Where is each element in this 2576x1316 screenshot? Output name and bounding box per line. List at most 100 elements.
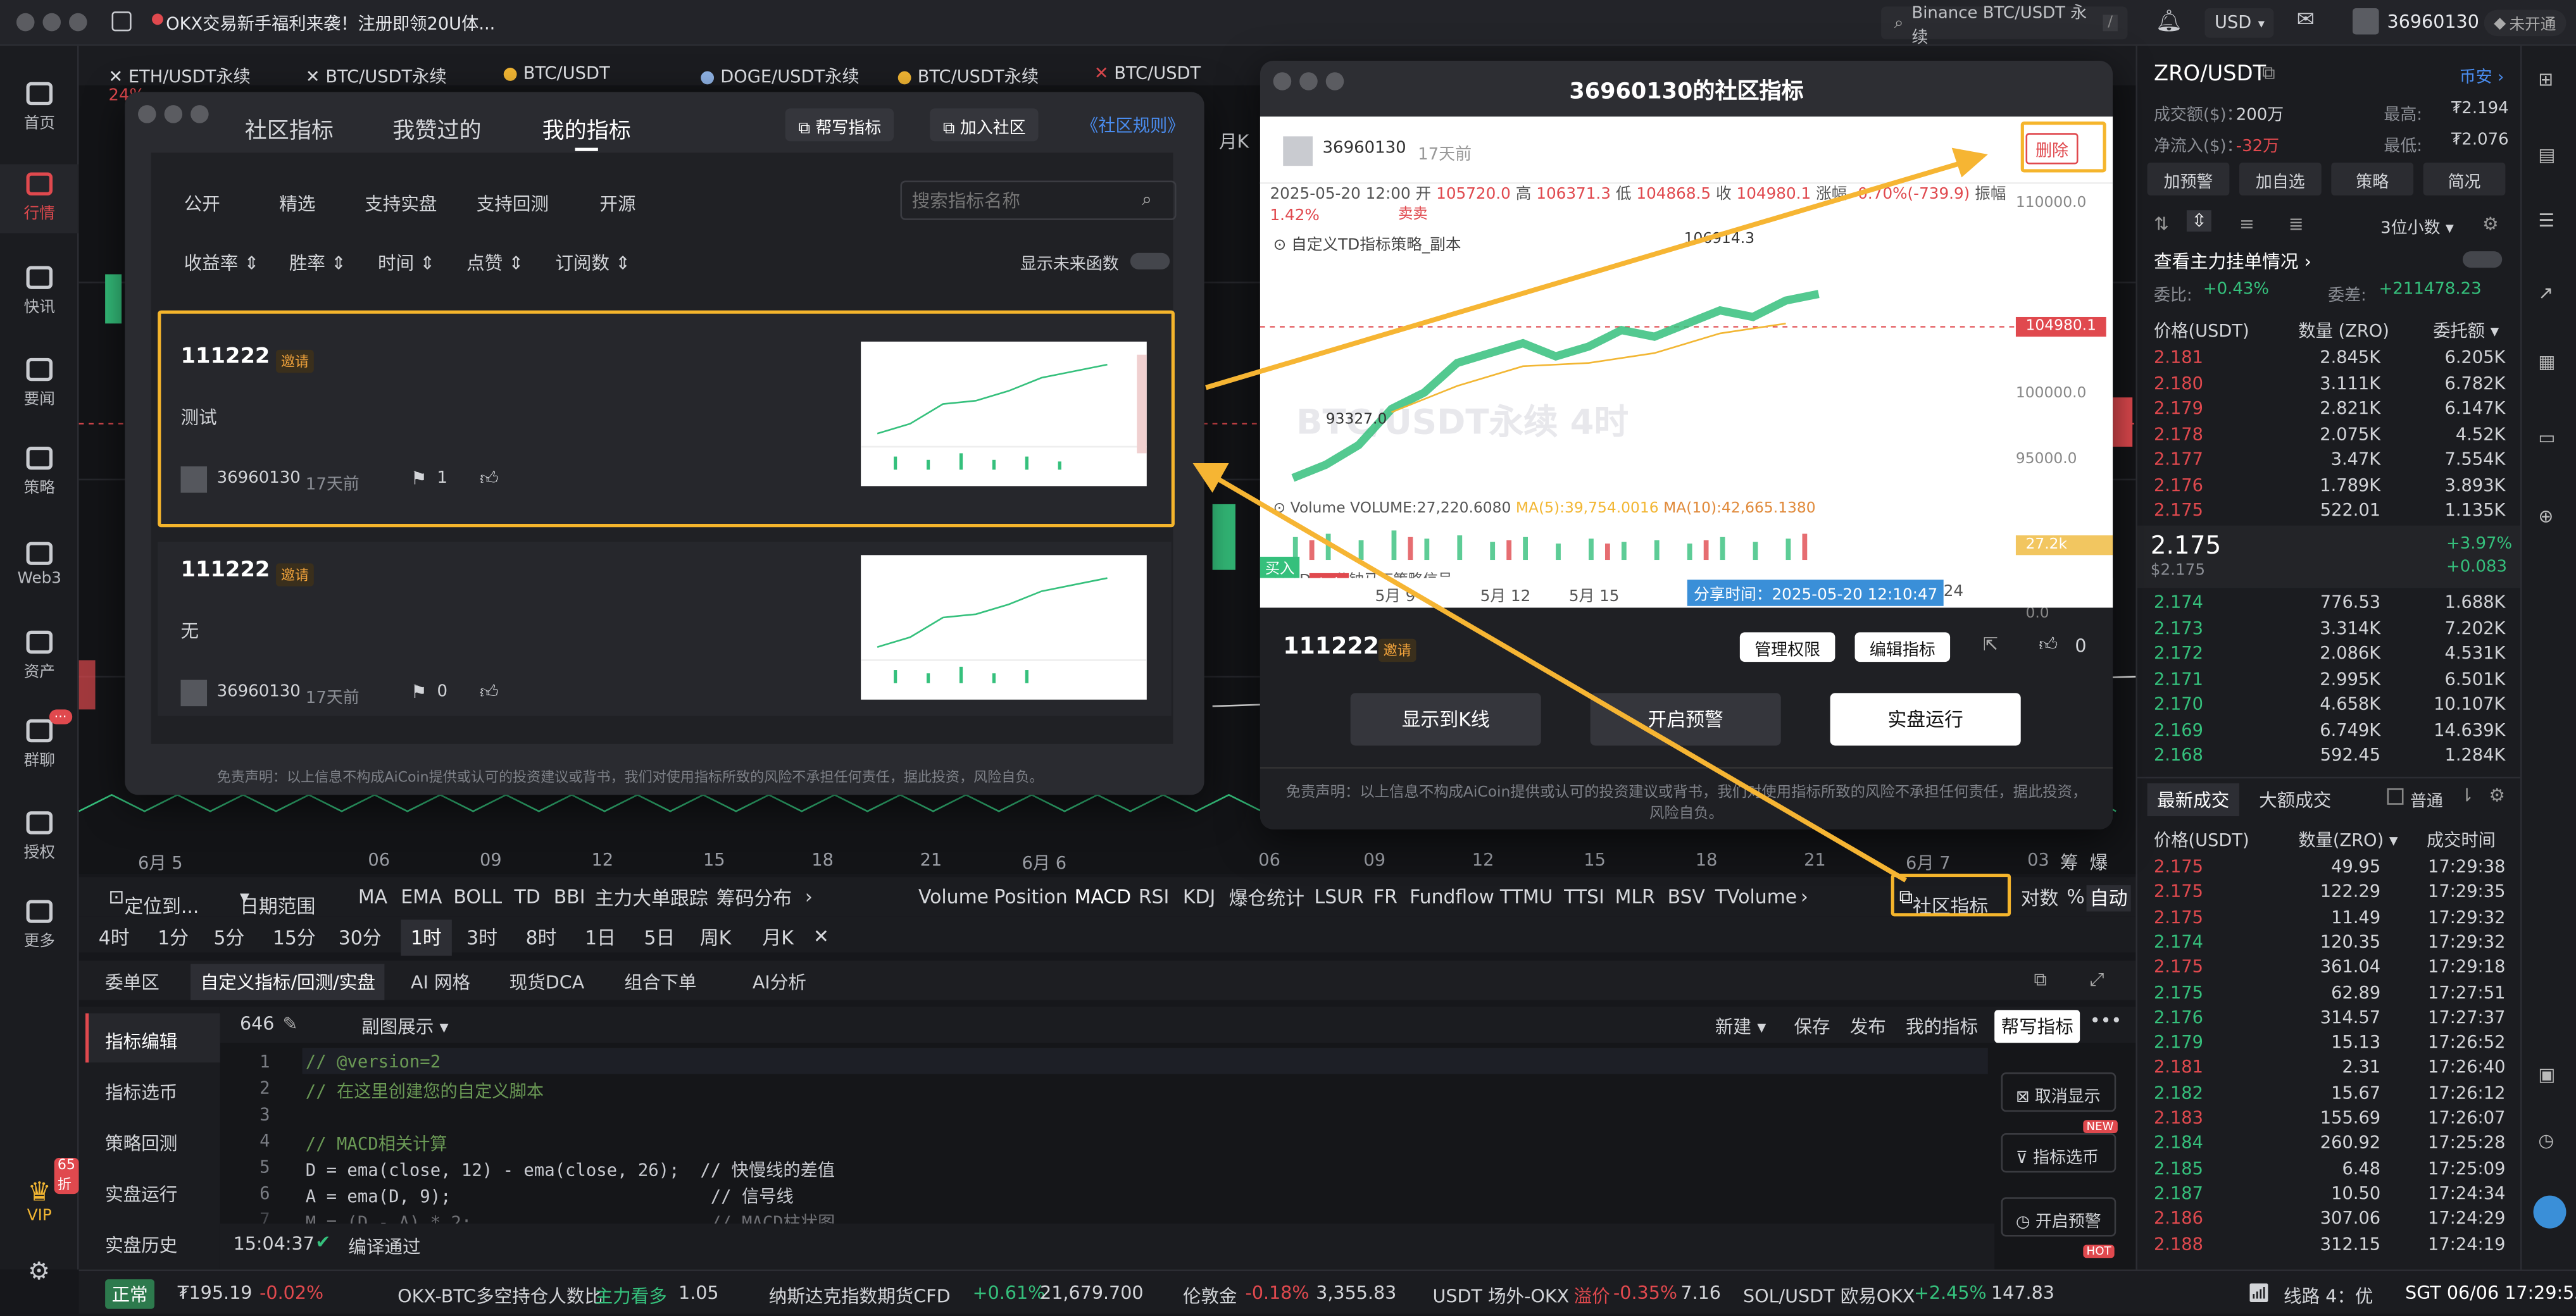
trade-row[interactable]: 2.175 62.89 17:27:51 bbox=[2137, 983, 2522, 1010]
indicator-ttmu[interactable]: TTMU bbox=[1500, 885, 1553, 908]
tab-community[interactable]: 社区指标 bbox=[245, 112, 334, 145]
indicator-ema[interactable]: EMA bbox=[401, 885, 442, 908]
join-community-button[interactable]: ⧉ 加入社区 bbox=[930, 108, 1039, 142]
nav-headlines[interactable]: 要闻 bbox=[0, 357, 79, 409]
liquidation-label[interactable]: 爆 bbox=[2090, 849, 2108, 876]
settings-icon[interactable]: ⚙ bbox=[28, 1257, 50, 1286]
ticker-name[interactable]: 伦敦金 bbox=[1183, 1282, 1237, 1309]
indicator-fr[interactable]: FR bbox=[1373, 885, 1397, 908]
ask-row[interactable]: 2.181 2.845K 6.205K bbox=[2137, 347, 2522, 373]
menu-live-history[interactable]: 实盘历史 bbox=[105, 1232, 177, 1258]
ticker-name[interactable]: USDT 场外-OKX bbox=[1432, 1282, 1569, 1309]
share-icon[interactable]: ⇱ bbox=[1983, 634, 1998, 655]
indicator-ma[interactable]: MA bbox=[358, 885, 387, 908]
trend-icon[interactable]: ↗ bbox=[2538, 282, 2553, 304]
strategy-button[interactable]: 策略 bbox=[2331, 162, 2414, 196]
ticker-name[interactable]: OKX-BTC多空持仓人数比 bbox=[397, 1282, 603, 1309]
filter-opensource[interactable]: 开源 bbox=[599, 190, 635, 217]
calculator-icon[interactable]: ▦ bbox=[2538, 351, 2555, 373]
tab-custom-indicator[interactable]: 自定义指标/回测/实盘 bbox=[191, 964, 385, 1000]
filter-icon[interactable]: ⇂ bbox=[2460, 785, 2475, 807]
timeframe-1h[interactable]: 1时 bbox=[401, 919, 452, 956]
percent-scale-toggle[interactable]: % bbox=[2066, 885, 2084, 908]
indicator-mlr[interactable]: MLR bbox=[1615, 885, 1655, 908]
ask-row[interactable]: 2.180 3.111K 6.782K bbox=[2137, 372, 2522, 399]
timeframe-week[interactable]: 周K bbox=[700, 924, 731, 951]
trade-row[interactable]: 2.188 312.15 17:24:19 bbox=[2137, 1234, 2522, 1261]
trade-row[interactable]: 2.181 2.31 17:26:40 bbox=[2137, 1058, 2522, 1085]
grid-icon[interactable]: ⊞ bbox=[2538, 69, 2553, 90]
timeframe-4h[interactable]: 4时 bbox=[99, 924, 130, 951]
indicator-macd[interactable]: MACD bbox=[1075, 885, 1132, 908]
hide-display-button[interactable]: ⊠ 取消显示 bbox=[2001, 1072, 2116, 1112]
nav-web3[interactable]: Web3 bbox=[0, 542, 79, 588]
scroll-right-icon[interactable]: › bbox=[1801, 885, 1808, 908]
auto-scale-toggle[interactable]: 自动 bbox=[2086, 885, 2131, 912]
indicator-lsur[interactable]: LSUR bbox=[1315, 885, 1364, 908]
precision-select[interactable]: 3位小数 ▾ bbox=[2380, 213, 2454, 239]
more-icon[interactable]: ••• bbox=[2090, 1010, 2122, 1031]
code-line[interactable]: // MACD相关计算 bbox=[306, 1131, 447, 1156]
layout-icon[interactable]: ▣ bbox=[2538, 1064, 2555, 1086]
menu-indicator-edit[interactable]: 指标编辑 bbox=[105, 1028, 177, 1055]
like-icon[interactable]: 👍︎ bbox=[480, 681, 499, 703]
screener-button[interactable]: ⊽ 指标选币 bbox=[2001, 1133, 2116, 1173]
link-icon[interactable]: ⊕ bbox=[2538, 506, 2553, 527]
add-watchlist-button[interactable]: 加自选 bbox=[2239, 162, 2322, 196]
username[interactable]: 36960130 bbox=[2387, 11, 2479, 33]
bell-icon[interactable]: 🔔︎ bbox=[2156, 10, 2183, 35]
ticker-name[interactable]: 纳斯达克指数期货CFD bbox=[769, 1282, 951, 1309]
nav-more[interactable]: 更多 bbox=[0, 900, 79, 951]
document-icon[interactable]: ▤ bbox=[2538, 144, 2555, 166]
indicator-card[interactable]: 111222 邀请 无 36960130 17天前 ⚑ 0 👍︎ bbox=[158, 542, 1172, 716]
alert-button[interactable]: ◷ 开启预警 bbox=[2001, 1197, 2116, 1237]
scroll-right-icon[interactable]: › bbox=[805, 885, 813, 908]
indicator-bsv[interactable]: BSV bbox=[1668, 885, 1705, 908]
settings-icon[interactable]: ⚙ bbox=[2482, 213, 2499, 235]
code-line[interactable]: D = ema(close, 12) - ema(close, 26); // … bbox=[306, 1158, 835, 1183]
code-line[interactable]: // 在这里创建您的自定义脚本 bbox=[306, 1079, 544, 1103]
nav-home[interactable]: 首页 bbox=[0, 82, 79, 133]
nav-chat[interactable]: 群聊 bbox=[0, 719, 79, 770]
bookmark-icon[interactable]: ⚑ bbox=[411, 681, 427, 703]
close-window-button[interactable] bbox=[16, 13, 35, 32]
nav-auth[interactable]: 授权 bbox=[0, 811, 79, 862]
tab-ai-analysis[interactable]: AI分析 bbox=[753, 969, 806, 995]
trade-row[interactable]: 2.179 15.13 17:26:52 bbox=[2137, 1033, 2522, 1060]
settings-icon[interactable]: ⚙ bbox=[2489, 785, 2505, 807]
date-range-select[interactable]: 日期范围 ▾ bbox=[240, 885, 315, 918]
show-on-kline-button[interactable]: 显示到K线 bbox=[1350, 693, 1541, 746]
close-dialog-button[interactable] bbox=[138, 105, 156, 123]
indicator-boll[interactable]: BOLL bbox=[453, 885, 502, 908]
vip-status[interactable]: ◆ 未开通 bbox=[2484, 9, 2567, 37]
global-search[interactable]: ⌕ Binance BTC/USDT 永续 / bbox=[1881, 5, 2128, 47]
timeframe-1d[interactable]: 1日 bbox=[585, 924, 616, 951]
route-select[interactable]: 线路 4：优 bbox=[2284, 1282, 2373, 1309]
indicator-rsi[interactable]: RSI bbox=[1139, 885, 1170, 908]
filter-public[interactable]: 公开 bbox=[184, 190, 220, 217]
publish-button[interactable]: 发布 bbox=[1850, 1014, 1886, 1040]
menu-backtest[interactable]: 策略回测 bbox=[105, 1130, 177, 1157]
indicator-td[interactable]: TD bbox=[514, 885, 540, 908]
normal-checkbox[interactable] bbox=[2387, 788, 2404, 805]
code-line[interactable]: A = ema(D, 9); // 信号线 bbox=[306, 1184, 794, 1208]
display-mode-select[interactable]: 副图展示 ▾ bbox=[361, 1014, 449, 1040]
bid-row[interactable]: 2.171 2.995K 6.501K bbox=[2137, 667, 2522, 694]
edit-icon[interactable]: ✎ bbox=[282, 1014, 297, 1035]
menu-indicator-screener[interactable]: 指标选币 bbox=[105, 1079, 177, 1105]
list-icon[interactable]: ☰ bbox=[2538, 210, 2554, 232]
nav-assets[interactable]: 资产 bbox=[0, 630, 79, 681]
depth-title[interactable]: 查看主力挂单情况 › bbox=[2154, 248, 2311, 275]
tab-large-trades[interactable]: 大额成交 bbox=[2259, 786, 2331, 813]
trade-row[interactable]: 2.184 260.92 17:25:28 bbox=[2137, 1134, 2522, 1160]
like-icon[interactable]: 👍︎ bbox=[2039, 634, 2058, 655]
chart-tab-month[interactable]: 月K bbox=[1219, 128, 1249, 154]
depth-toggle[interactable] bbox=[2462, 251, 2503, 268]
live-run-button[interactable]: 实盘运行 bbox=[1830, 693, 2021, 746]
code-line[interactable]: // @version=2 bbox=[306, 1053, 441, 1072]
trade-col-qty[interactable]: 数量(ZRO) ▾ bbox=[2298, 828, 2398, 852]
layout-both-icon[interactable]: ⇅ bbox=[2154, 213, 2169, 235]
ai-write-button[interactable]: 帮写指标 bbox=[1994, 1010, 2080, 1043]
ask-row[interactable]: 2.175 522.01 1.135K bbox=[2137, 499, 2522, 526]
edit-indicator-button[interactable]: 编辑指标 bbox=[1854, 632, 1951, 662]
